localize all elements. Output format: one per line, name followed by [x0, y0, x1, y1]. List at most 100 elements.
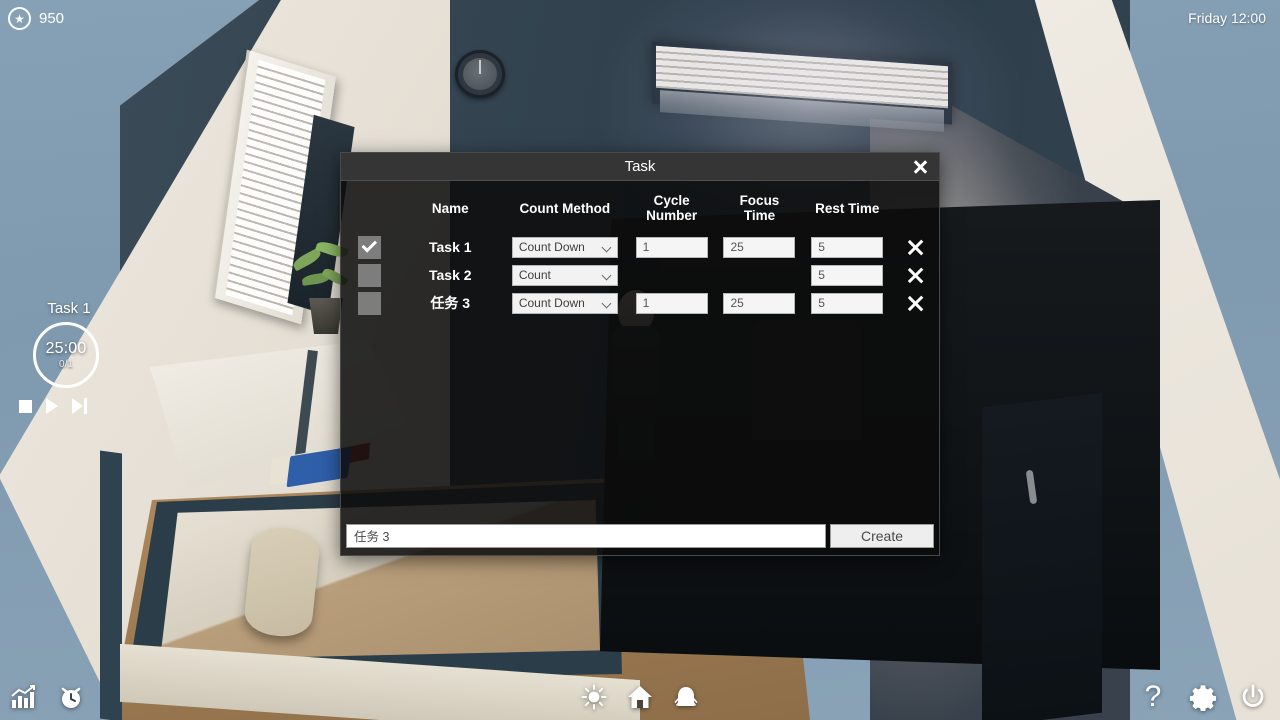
column-header-rest-time: Rest Time [815, 200, 880, 216]
task-table-body: Task 1 Count Down 1 25 5 Task 2 Count 5 任务 3 Coun… [341, 233, 939, 317]
x-glyph [906, 266, 925, 285]
active-task-timer: Task 1 25:00 0/1 [6, 300, 126, 414]
delete-task-icon[interactable] [903, 291, 927, 315]
statistics-icon[interactable] [8, 682, 38, 712]
game-screen: ★ 950 Friday 12:00 Task 1 25:00 0/1 ? Ta… [0, 0, 1280, 720]
timer-ring: 25:00 0/1 [33, 322, 99, 388]
task-enabled-checkbox[interactable] [358, 263, 382, 287]
column-header-cycle-number: Cycle Number [628, 189, 716, 233]
task-row-name-cell: Task 1 [399, 233, 502, 261]
play-icon[interactable] [46, 398, 58, 414]
task-enabled-checkbox[interactable] [358, 291, 382, 315]
clock-minute-hand [479, 60, 481, 74]
task-name-label: 任务 3 [430, 295, 471, 312]
cycle-number-input[interactable]: 1 [635, 292, 708, 314]
currency-value: 950 [39, 10, 65, 27]
task-dialog: Task Name Count Method Cycle Number Focu… [340, 152, 940, 556]
home-icon[interactable] [625, 682, 655, 712]
task-row-method-cell: Count Down [502, 289, 628, 317]
task-table-head: Name Count Method Cycle Number Focus Tim… [341, 189, 939, 233]
task-table-header-row: Name Count Method Cycle Number Focus Tim… [341, 189, 939, 233]
rest-time-value: 5 [818, 296, 825, 311]
task-row-focus-time-input-cell [716, 261, 804, 289]
timer-remaining: 25:00 [45, 340, 87, 357]
currency-display: ★ 950 [8, 7, 64, 30]
task-row-delete-cell [891, 233, 939, 261]
stop-icon[interactable] [19, 399, 32, 413]
column-header-count-method: Count Method [519, 200, 611, 216]
task-row-focus-time-input-cell: 25 [716, 233, 804, 261]
task-row: 任务 3 Count Down 1 25 5 [341, 289, 939, 317]
close-icon[interactable] [909, 156, 931, 178]
character-icon[interactable] [671, 682, 701, 712]
cycle-number-value: 1 [642, 240, 650, 255]
wall-clock-icon [455, 50, 505, 98]
task-name-label: Task 1 [429, 239, 472, 256]
chevron-down-icon [601, 298, 612, 309]
alarm-clock-icon[interactable] [56, 682, 86, 712]
column-header-name: Name [431, 200, 469, 216]
timer-cycle-count: 0/1 [59, 359, 73, 370]
task-row-cycle-number-input-cell [628, 261, 716, 289]
task-row: Task 2 Count 5 [341, 261, 939, 289]
task-row-focus-time-input-cell: 25 [716, 289, 804, 317]
rest-time-input[interactable]: 5 [811, 264, 884, 286]
task-row-method-cell: Count Down [502, 233, 628, 261]
count-method-value: Count [518, 268, 551, 283]
task-create-bar: 任务 3 Create [341, 521, 939, 555]
delete-task-icon[interactable] [903, 235, 927, 259]
bottom-right-toolbar: ? [1138, 682, 1268, 712]
column-header-focus-time-line1: Focus [739, 193, 780, 208]
count-method-value: Count Down [518, 296, 585, 311]
create-task-button[interactable]: Create [830, 523, 934, 548]
rest-time-input[interactable]: 5 [811, 292, 884, 314]
focus-time-value: 25 [730, 296, 744, 311]
task-row-method-cell: Count [502, 261, 628, 289]
task-dialog-title: Task [624, 158, 656, 175]
focus-time-value: 25 [730, 240, 744, 255]
task-row-cycle-number-input-cell: 1 [628, 289, 716, 317]
task-dialog-body: Name Count Method Cycle Number Focus Tim… [341, 181, 939, 521]
focus-time-input[interactable]: 25 [723, 292, 796, 314]
new-task-name-value: 任务 3 [354, 530, 390, 544]
create-task-label: Create [860, 527, 904, 544]
skip-next-icon[interactable] [72, 398, 87, 414]
plant-leaf [291, 247, 323, 272]
task-row-name-cell: Task 2 [399, 261, 502, 289]
task-row-name-cell: 任务 3 [399, 289, 502, 317]
column-header-focus-time: Focus Time [716, 189, 804, 233]
star-coin-icon: ★ [8, 7, 31, 30]
task-row-check-cell [341, 233, 399, 261]
task-row-cycle-number-input-cell: 1 [628, 233, 716, 261]
count-method-select[interactable]: Count Down [511, 236, 618, 258]
power-icon[interactable] [1238, 682, 1268, 712]
settings-gear-icon[interactable] [1188, 682, 1218, 712]
focus-time-input[interactable]: 25 [723, 236, 796, 258]
checkmark-icon [361, 237, 377, 253]
help-icon[interactable]: ? [1138, 682, 1168, 712]
new-task-name-input[interactable]: 任务 3 [346, 523, 826, 548]
rest-time-input[interactable]: 5 [811, 236, 884, 258]
task-enabled-checkbox[interactable] [358, 235, 382, 259]
count-method-select[interactable]: Count [511, 264, 618, 286]
delete-task-icon[interactable] [903, 263, 927, 287]
task-row-delete-cell [891, 261, 939, 289]
brightness-icon[interactable] [579, 682, 609, 712]
column-header-delete [891, 189, 939, 233]
rest-time-value: 5 [818, 268, 825, 283]
game-clock-label: Friday 12:00 [1188, 10, 1266, 26]
task-dialog-titlebar: Task [341, 153, 939, 181]
rest-time-value: 5 [818, 240, 825, 255]
task-row-rest-time-input-cell: 5 [803, 289, 891, 317]
count-method-select[interactable]: Count Down [511, 292, 618, 314]
cycle-number-input[interactable]: 1 [635, 236, 708, 258]
column-header-check [341, 189, 399, 233]
column-header-cycle-number-line2: Number [646, 208, 698, 224]
chevron-down-icon [601, 270, 612, 281]
x-glyph [906, 294, 925, 313]
count-method-value: Count Down [518, 240, 585, 255]
wall-divider [100, 450, 122, 720]
task-row-rest-time-input-cell: 5 [803, 261, 891, 289]
task-row-delete-cell [891, 289, 939, 317]
bottom-center-toolbar [579, 682, 701, 712]
